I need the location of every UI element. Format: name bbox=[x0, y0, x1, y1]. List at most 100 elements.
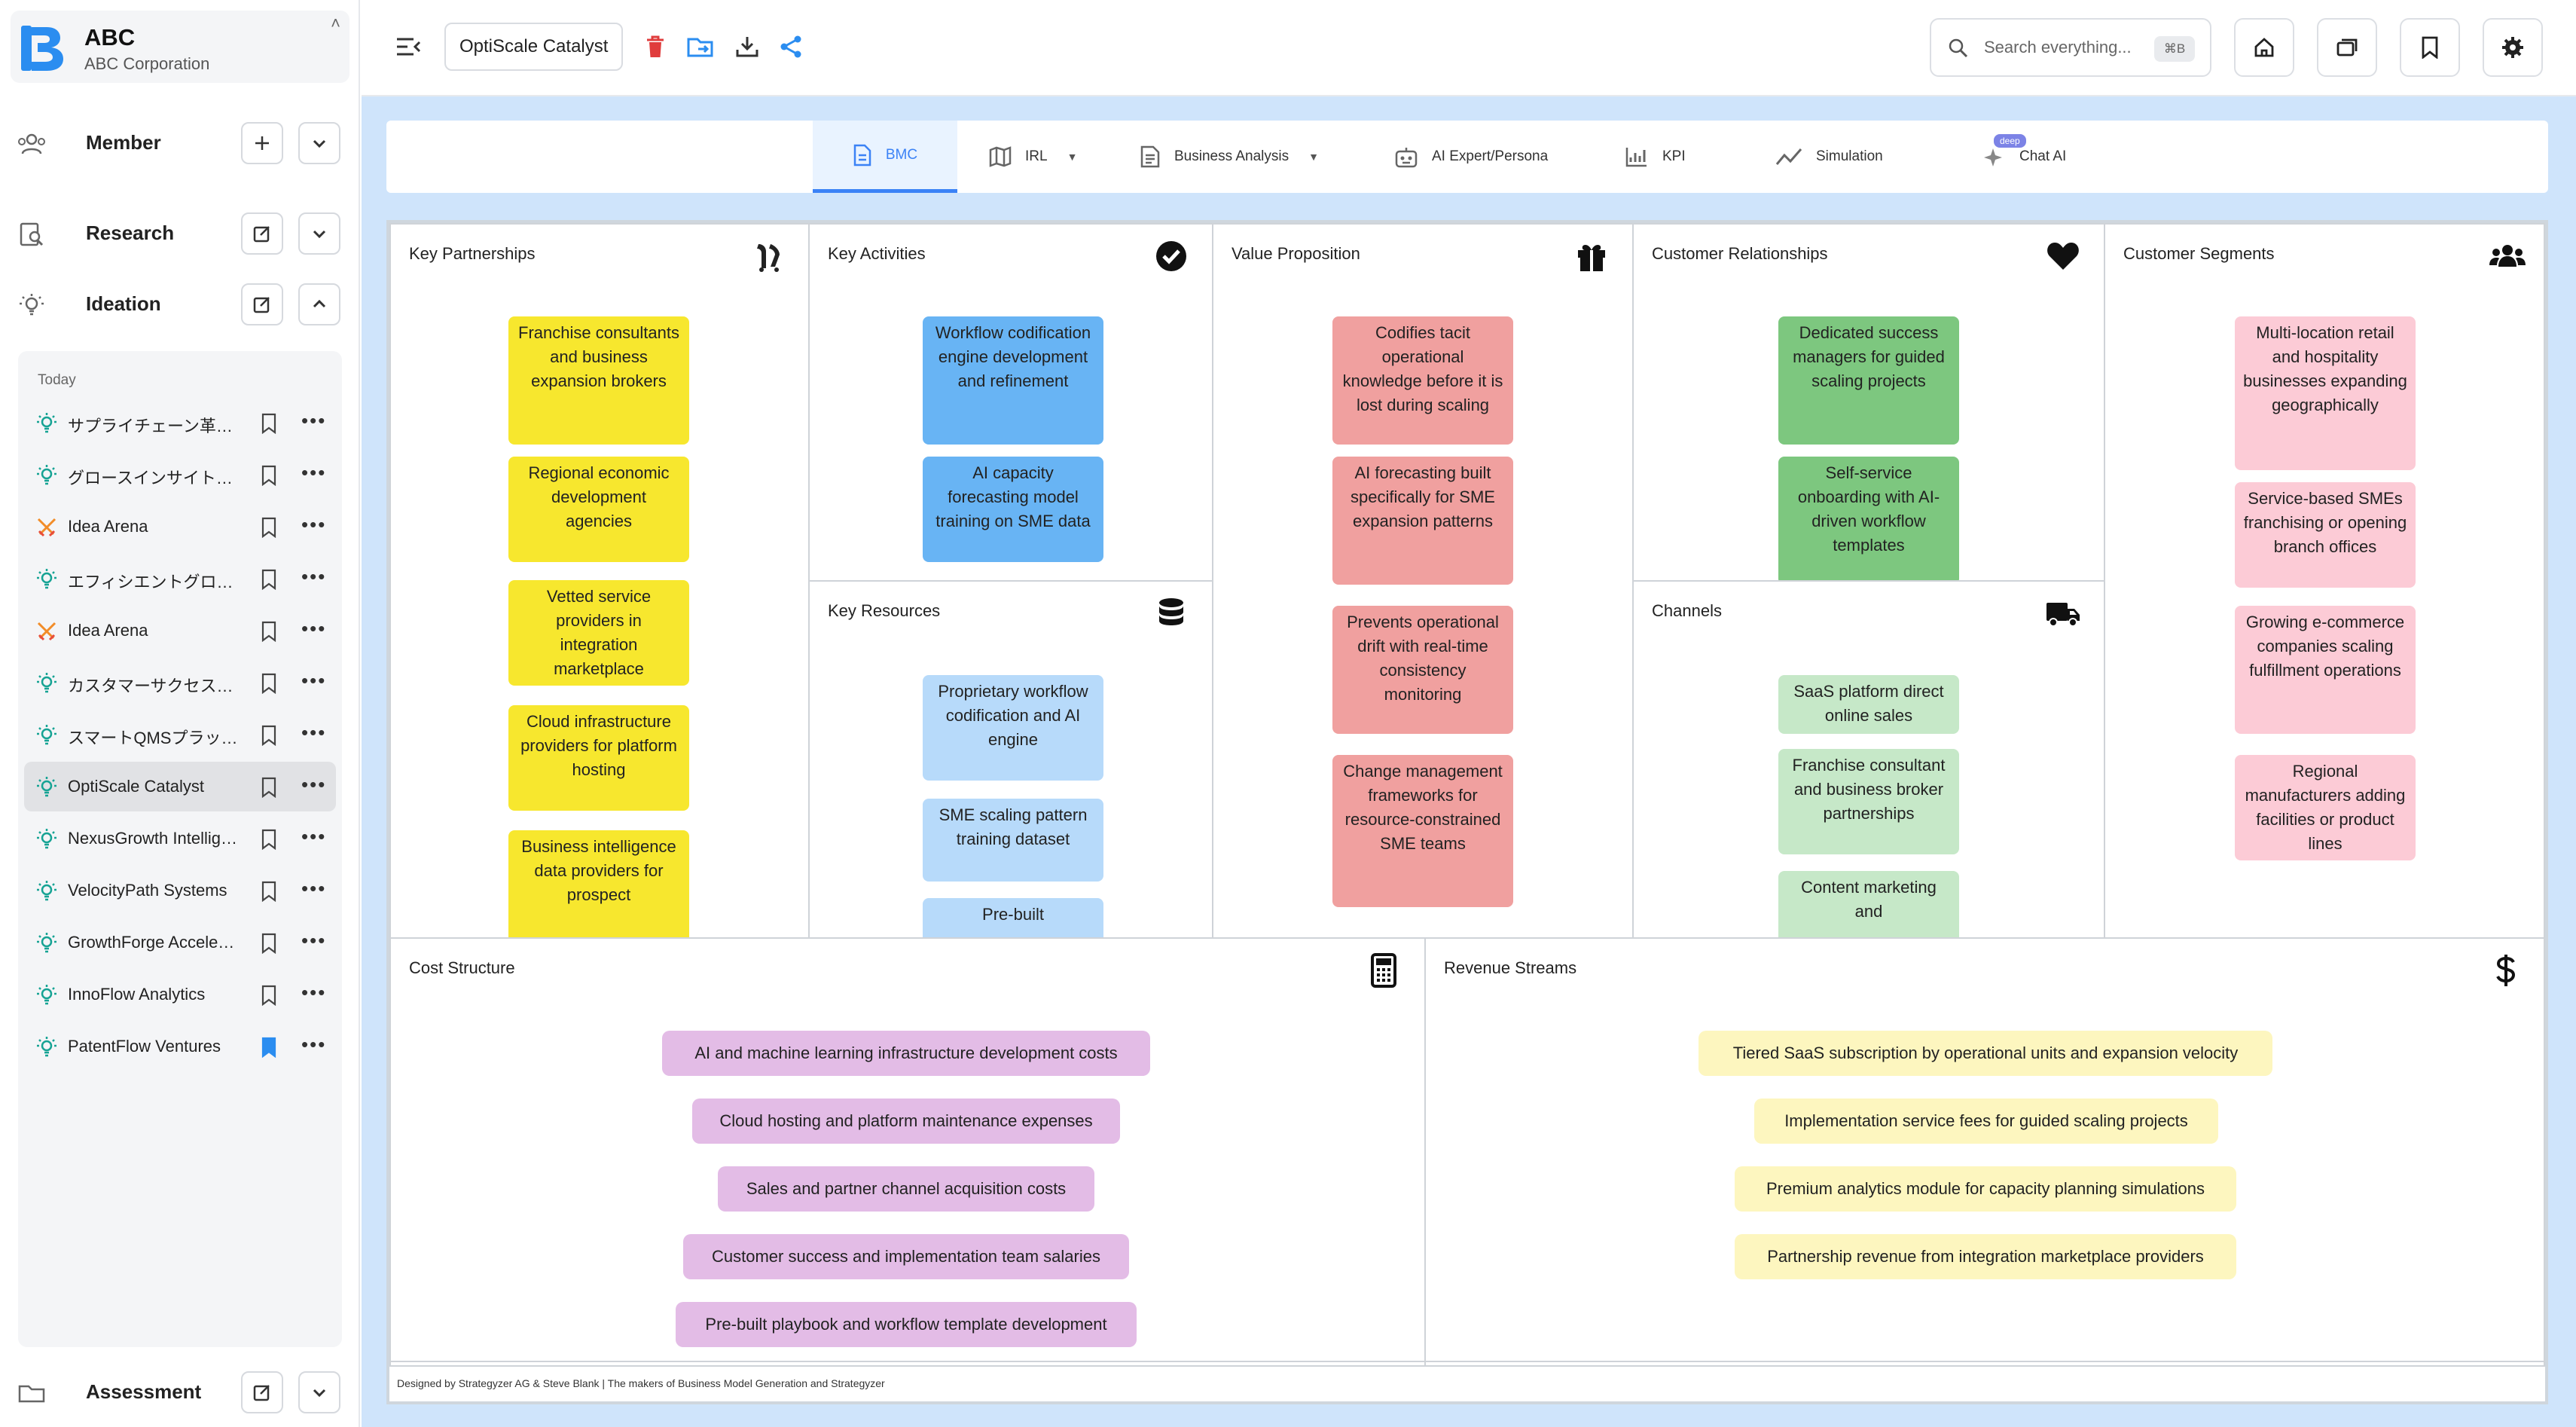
expand-member-button[interactable] bbox=[298, 122, 340, 164]
list-item[interactable]: エフィシエントグロ… ••• bbox=[24, 554, 336, 603]
search-box[interactable]: Search everything... ⌘B bbox=[1930, 18, 2211, 77]
section-ideation[interactable]: Ideation bbox=[0, 274, 360, 335]
edit-assessment-button[interactable] bbox=[241, 1371, 283, 1413]
windows-button[interactable] bbox=[2317, 18, 2377, 77]
bookmark-icon[interactable] bbox=[261, 933, 277, 954]
sticky-note[interactable]: Regional manufacturers adding facilities… bbox=[2235, 755, 2416, 860]
sticky-note[interactable]: AI capacity forecasting model training o… bbox=[923, 457, 1103, 562]
settings-button[interactable] bbox=[2483, 18, 2543, 77]
collapse-sidebar-icon[interactable] bbox=[392, 30, 425, 63]
revenue-item[interactable]: Implementation service fees for guided s… bbox=[1754, 1099, 2218, 1144]
sticky-note[interactable]: Business intelligence data providers for… bbox=[508, 830, 689, 937]
list-item[interactable]: PatentFlow Ventures ••• bbox=[24, 1022, 336, 1071]
bookmark-icon[interactable] bbox=[261, 673, 277, 694]
sticky-note[interactable]: Service-based SMEs franchising or openin… bbox=[2235, 482, 2416, 588]
more-options-icon[interactable]: ••• bbox=[301, 982, 326, 1002]
list-item[interactable]: Idea Arena ••• bbox=[24, 606, 336, 655]
bookmark-icon[interactable] bbox=[261, 621, 277, 642]
bookmark-icon[interactable] bbox=[261, 777, 277, 798]
more-options-icon[interactable]: ••• bbox=[301, 515, 326, 534]
sticky-note[interactable]: Pre-built bbox=[923, 898, 1103, 937]
tab-bmc[interactable]: BMC bbox=[813, 121, 957, 193]
collapse-ideation-button[interactable] bbox=[298, 283, 340, 325]
list-item[interactable]: スマートQMSプラッ… ••• bbox=[24, 710, 336, 759]
bookmark-icon[interactable] bbox=[261, 413, 277, 434]
sticky-note[interactable]: AI forecasting built specifically for SM… bbox=[1332, 457, 1513, 585]
chevron-updown-icon[interactable]: ˄ bbox=[331, 14, 340, 33]
more-options-icon[interactable]: ••• bbox=[301, 411, 326, 430]
bookmark-icon[interactable] bbox=[261, 881, 277, 902]
edit-ideation-button[interactable] bbox=[241, 283, 283, 325]
more-options-icon[interactable]: ••• bbox=[301, 671, 326, 690]
add-member-button[interactable] bbox=[241, 122, 283, 164]
cost-item[interactable]: Sales and partner channel acquisition co… bbox=[718, 1166, 1094, 1212]
bookmark-filled-icon[interactable] bbox=[261, 1037, 277, 1058]
sticky-note[interactable]: Regional economic development agencies bbox=[508, 457, 689, 562]
bookmark-icon[interactable] bbox=[261, 725, 277, 746]
section-research[interactable]: Research bbox=[0, 203, 360, 264]
bookmarks-button[interactable] bbox=[2400, 18, 2460, 77]
org-switcher[interactable]: ABC ABC Corporation ˄ bbox=[11, 11, 349, 83]
more-options-icon[interactable]: ••• bbox=[301, 879, 326, 898]
list-item[interactable]: サプライチェーン革… ••• bbox=[24, 398, 336, 448]
bookmark-icon[interactable] bbox=[261, 465, 277, 486]
list-item[interactable]: グロースインサイト… ••• bbox=[24, 450, 336, 500]
bookmark-icon[interactable] bbox=[261, 985, 277, 1006]
edit-research-button[interactable] bbox=[241, 212, 283, 255]
list-item[interactable]: GrowthForge Accele… ••• bbox=[24, 918, 336, 967]
expand-research-button[interactable] bbox=[298, 212, 340, 255]
move-to-folder-icon[interactable] bbox=[684, 30, 717, 63]
share-icon[interactable] bbox=[774, 30, 807, 63]
expand-assessment-button[interactable] bbox=[298, 1371, 340, 1413]
more-options-icon[interactable]: ••• bbox=[301, 723, 326, 742]
section-member[interactable]: Member bbox=[0, 113, 360, 173]
more-options-icon[interactable]: ••• bbox=[301, 567, 326, 586]
sticky-note[interactable]: SaaS platform direct online sales bbox=[1778, 675, 1959, 734]
revenue-item[interactable]: Premium analytics module for capacity pl… bbox=[1735, 1166, 2236, 1212]
sticky-note[interactable]: Cloud infrastructure providers for platf… bbox=[508, 705, 689, 811]
list-item[interactable]: InnoFlow Analytics ••• bbox=[24, 970, 336, 1019]
download-icon[interactable] bbox=[731, 30, 764, 63]
list-item[interactable]: カスタマーサクセス… ••• bbox=[24, 658, 336, 707]
more-options-icon[interactable]: ••• bbox=[301, 775, 326, 794]
more-options-icon[interactable]: ••• bbox=[301, 1034, 326, 1054]
sticky-note[interactable]: Self-service onboarding with AI-driven w… bbox=[1778, 457, 1959, 580]
bookmark-icon[interactable] bbox=[261, 517, 277, 538]
more-options-icon[interactable]: ••• bbox=[301, 930, 326, 950]
bookmark-icon[interactable] bbox=[261, 569, 277, 590]
project-name[interactable]: OptiScale Catalyst bbox=[444, 23, 624, 71]
more-options-icon[interactable]: ••• bbox=[301, 463, 326, 482]
list-item[interactable]: Idea Arena ••• bbox=[24, 502, 336, 552]
bookmark-icon[interactable] bbox=[261, 829, 277, 850]
sticky-note[interactable]: Change management frameworks for resourc… bbox=[1332, 755, 1513, 907]
list-item[interactable]: NexusGrowth Intellig… ••• bbox=[24, 814, 336, 863]
list-item[interactable]: VelocityPath Systems ••• bbox=[24, 866, 336, 915]
tab-simulation[interactable]: Simulation bbox=[1775, 121, 1883, 193]
sticky-note[interactable]: Vetted service providers in integration … bbox=[508, 580, 689, 686]
tab-irl[interactable]: IRL ▼ bbox=[989, 121, 1077, 193]
tab-kpi[interactable]: KPI bbox=[1625, 121, 1686, 193]
cost-item[interactable]: Pre-built playbook and workflow template… bbox=[676, 1302, 1137, 1347]
sticky-note[interactable]: Proprietary workflow codification and AI… bbox=[923, 675, 1103, 781]
revenue-item[interactable]: Tiered SaaS subscription by operational … bbox=[1699, 1031, 2272, 1076]
sticky-note[interactable]: Content marketing and bbox=[1778, 871, 1959, 937]
delete-icon[interactable] bbox=[639, 30, 672, 63]
cost-item[interactable]: Customer success and implementation team… bbox=[683, 1234, 1129, 1279]
tab-chat-ai[interactable]: Chat AI deep bbox=[1983, 121, 2066, 193]
tab-ai-expert-persona[interactable]: AI Expert/Persona bbox=[1394, 121, 1548, 193]
sticky-note[interactable]: Multi-location retail and hospitality bu… bbox=[2235, 316, 2416, 470]
more-options-icon[interactable]: ••• bbox=[301, 619, 326, 638]
revenue-item[interactable]: Partnership revenue from integration mar… bbox=[1735, 1234, 2236, 1279]
cost-item[interactable]: AI and machine learning infrastructure d… bbox=[662, 1031, 1150, 1076]
more-options-icon[interactable]: ••• bbox=[301, 827, 326, 846]
sticky-note[interactable]: Franchise consultant and business broker… bbox=[1778, 749, 1959, 854]
sticky-note[interactable]: Growing e-commerce companies scaling ful… bbox=[2235, 606, 2416, 734]
tab-business-analysis[interactable]: Business Analysis ▼ bbox=[1140, 121, 1319, 193]
sticky-note[interactable]: Workflow codification engine development… bbox=[923, 316, 1103, 445]
sticky-note[interactable]: Prevents operational drift with real-tim… bbox=[1332, 606, 1513, 734]
list-item-active[interactable]: OptiScale Catalyst ••• bbox=[24, 762, 336, 811]
sticky-note[interactable]: Franchise consultants and business expan… bbox=[508, 316, 689, 445]
cost-item[interactable]: Cloud hosting and platform maintenance e… bbox=[692, 1099, 1120, 1144]
section-assessment[interactable]: Assessment bbox=[0, 1362, 360, 1422]
sticky-note[interactable]: Codifies tacit operational knowledge bef… bbox=[1332, 316, 1513, 445]
